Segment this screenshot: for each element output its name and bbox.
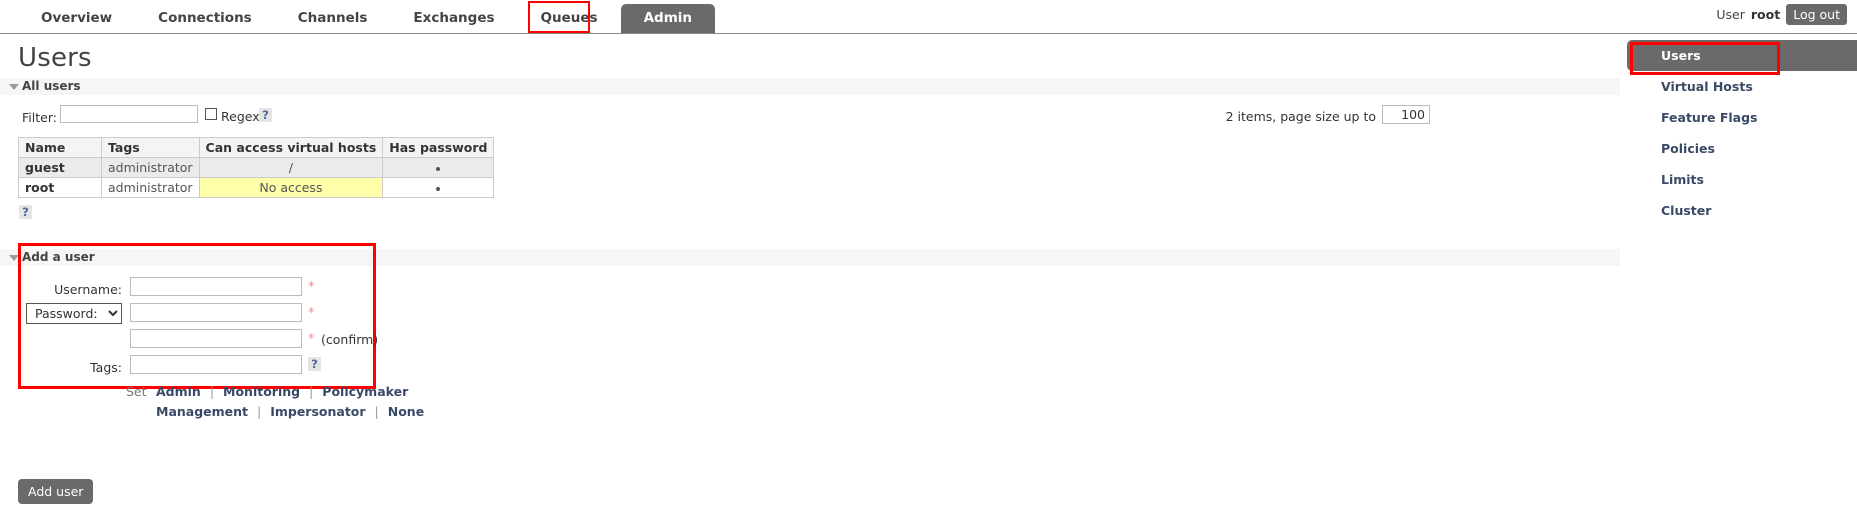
password-confirm-note: (confirm) bbox=[321, 332, 379, 347]
form-row-tags: Tags: ? bbox=[18, 355, 1620, 381]
top-navigation-bar: Overview Connections Channels Exchanges … bbox=[0, 0, 1857, 34]
regex-checkbox[interactable] bbox=[205, 108, 217, 120]
tags-help-icon[interactable]: ? bbox=[308, 357, 321, 371]
cell-user-name[interactable]: root bbox=[18, 177, 102, 198]
tab-exchanges[interactable]: Exchanges bbox=[390, 4, 517, 33]
tag-preset-admin[interactable]: Admin bbox=[156, 384, 201, 399]
tag-preset-none[interactable]: None bbox=[388, 404, 424, 419]
form-row-password-confirm: * (confirm) bbox=[18, 329, 1620, 355]
tab-connections[interactable]: Connections bbox=[135, 4, 275, 33]
has-password-dot-icon bbox=[436, 166, 441, 171]
required-marker: * bbox=[308, 332, 315, 347]
page-size-input[interactable] bbox=[1382, 105, 1430, 124]
collapse-triangle-icon bbox=[9, 84, 19, 90]
cell-user-vhosts: No access bbox=[198, 177, 384, 198]
tab-overview[interactable]: Overview bbox=[18, 4, 135, 33]
column-header-vhosts[interactable]: Can access virtual hosts bbox=[198, 137, 384, 158]
password-confirm-input[interactable] bbox=[130, 329, 302, 348]
separator: | bbox=[257, 404, 262, 419]
collapse-triangle-icon bbox=[9, 255, 19, 261]
regex-label[interactable]: Regex bbox=[221, 109, 260, 124]
table-help-row: ? bbox=[0, 205, 1620, 227]
section-header-all-users[interactable]: All users bbox=[0, 77, 1620, 95]
paging-info-label: 2 items, page size up to bbox=[1225, 109, 1376, 124]
separator: | bbox=[209, 384, 215, 399]
tab-channels[interactable]: Channels bbox=[275, 4, 391, 33]
cell-user-has-password bbox=[382, 157, 495, 178]
user-session-area: User root Log out bbox=[1716, 4, 1847, 25]
logout-button[interactable]: Log out bbox=[1786, 4, 1847, 25]
tab-queues[interactable]: Queues bbox=[518, 4, 621, 33]
users-table: Name Tags Can access virtual hosts Has p… bbox=[18, 137, 495, 198]
cell-user-has-password bbox=[382, 177, 495, 198]
no-access-badge: No access bbox=[199, 178, 383, 197]
form-row-username: Username: * bbox=[18, 277, 1620, 303]
set-label: Set bbox=[126, 384, 147, 399]
add-user-submit-button[interactable]: Add user bbox=[18, 479, 94, 504]
page-title: Users bbox=[18, 43, 92, 73]
filter-row: Filter: Regex ? 2 items, page size up to bbox=[0, 103, 1620, 133]
filter-label: Filter: bbox=[22, 110, 57, 125]
column-header-name[interactable]: Name bbox=[18, 137, 102, 158]
password-input[interactable] bbox=[130, 303, 302, 322]
sidebar-item-users[interactable]: Users bbox=[1627, 40, 1857, 71]
user-prefix-label: User bbox=[1716, 7, 1745, 22]
section-label-all-users: All users bbox=[22, 79, 81, 93]
cell-user-name[interactable]: guest bbox=[18, 157, 102, 178]
sidebar-item-feature-flags[interactable]: Feature Flags bbox=[1627, 102, 1857, 133]
required-marker: * bbox=[308, 280, 315, 295]
sidebar-item-virtual-hosts[interactable]: Virtual Hosts bbox=[1627, 71, 1857, 102]
tag-preset-policymaker[interactable]: Policymaker bbox=[322, 384, 408, 399]
sidebar-item-limits[interactable]: Limits bbox=[1627, 164, 1857, 195]
cell-user-tags: administrator bbox=[101, 177, 200, 198]
add-user-section: Add a user Username: * Password: * * (co… bbox=[0, 243, 1620, 423]
current-username: root bbox=[1750, 7, 1781, 22]
separator: | bbox=[374, 404, 379, 419]
regex-help-icon[interactable]: ? bbox=[259, 108, 272, 122]
tag-preset-row-1: Admin | Monitoring | Policymaker bbox=[156, 384, 408, 399]
cell-user-tags: administrator bbox=[101, 157, 200, 178]
has-password-dot-icon bbox=[436, 186, 441, 191]
table-row[interactable]: root administrator No access bbox=[18, 177, 495, 198]
required-marker: * bbox=[308, 306, 315, 321]
tags-label: Tags: bbox=[90, 360, 122, 375]
table-header-row: Name Tags Can access virtual hosts Has p… bbox=[18, 137, 495, 158]
tag-preset-impersonator[interactable]: Impersonator bbox=[270, 404, 365, 419]
form-row-password: Password: * bbox=[18, 303, 1620, 329]
tag-preset-row-2: Management | Impersonator | None bbox=[156, 404, 424, 419]
tab-admin[interactable]: Admin bbox=[620, 4, 715, 33]
column-header-tags[interactable]: Tags bbox=[101, 137, 200, 158]
password-type-select[interactable]: Password: bbox=[26, 303, 122, 324]
tag-preset-monitoring[interactable]: Monitoring bbox=[223, 384, 300, 399]
users-table-help-icon[interactable]: ? bbox=[19, 205, 32, 219]
right-sidebar: Users Virtual Hosts Feature Flags Polici… bbox=[1627, 40, 1857, 226]
section-header-add-a-user[interactable]: Add a user bbox=[0, 248, 1620, 266]
main-content: Users All users Filter: Regex ? 2 items,… bbox=[0, 34, 1620, 423]
add-user-form: Username: * Password: * * (confirm) Tags bbox=[18, 266, 1620, 423]
table-row[interactable]: guest administrator / bbox=[18, 157, 495, 178]
nav-tab-list: Overview Connections Channels Exchanges … bbox=[18, 0, 715, 33]
separator: | bbox=[309, 384, 314, 399]
filter-input[interactable] bbox=[60, 105, 198, 123]
tag-preset-management[interactable]: Management bbox=[156, 404, 248, 419]
tag-preset-links: Set Admin | Monitoring | Policymaker Man… bbox=[18, 383, 1620, 423]
sidebar-item-cluster[interactable]: Cluster bbox=[1627, 195, 1857, 226]
section-label-add-a-user: Add a user bbox=[22, 250, 95, 264]
tags-input[interactable] bbox=[130, 355, 302, 374]
username-input[interactable] bbox=[130, 277, 302, 296]
sidebar-item-policies[interactable]: Policies bbox=[1627, 133, 1857, 164]
username-label: Username: bbox=[54, 282, 122, 297]
cell-user-vhosts: / bbox=[198, 157, 384, 178]
column-header-has-password[interactable]: Has password bbox=[382, 137, 495, 158]
